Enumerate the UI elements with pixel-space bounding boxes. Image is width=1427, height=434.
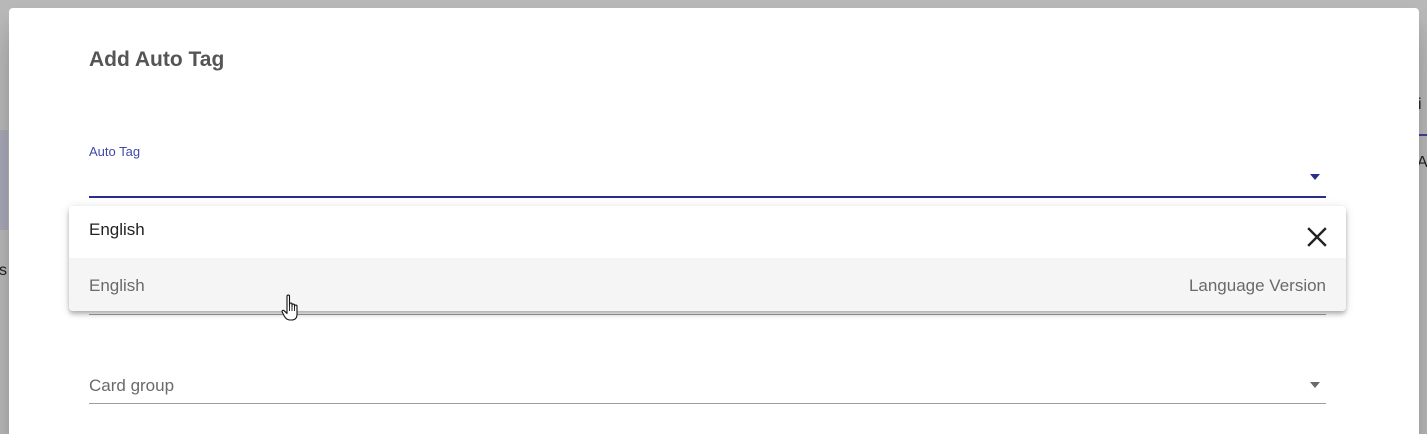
card-group-placeholder: Card group bbox=[89, 376, 175, 395]
hand-pointer-icon bbox=[281, 294, 301, 322]
chevron-down-icon[interactable] bbox=[1310, 382, 1320, 388]
background-text-left: s bbox=[0, 262, 7, 279]
auto-tag-select[interactable]: Auto Tag bbox=[89, 144, 1326, 198]
dropdown-option[interactable]: English Language Version bbox=[69, 258, 1346, 311]
dropdown-search-row bbox=[69, 206, 1346, 258]
background-sidebar-strip bbox=[0, 130, 8, 230]
option-type: Language Version bbox=[1188, 276, 1326, 295]
dialog-title: Add Auto Tag bbox=[89, 48, 225, 71]
background-tab: i bbox=[1418, 92, 1427, 136]
chevron-down-icon[interactable] bbox=[1310, 174, 1320, 180]
dropdown-search-input[interactable] bbox=[89, 220, 1269, 240]
auto-tag-label: Auto Tag bbox=[89, 144, 141, 159]
auto-tag-dropdown-panel: English Language Version bbox=[69, 206, 1346, 311]
option-label: English bbox=[89, 276, 145, 295]
close-icon[interactable] bbox=[1304, 224, 1330, 250]
card-group-select[interactable]: Card group bbox=[89, 368, 1326, 404]
